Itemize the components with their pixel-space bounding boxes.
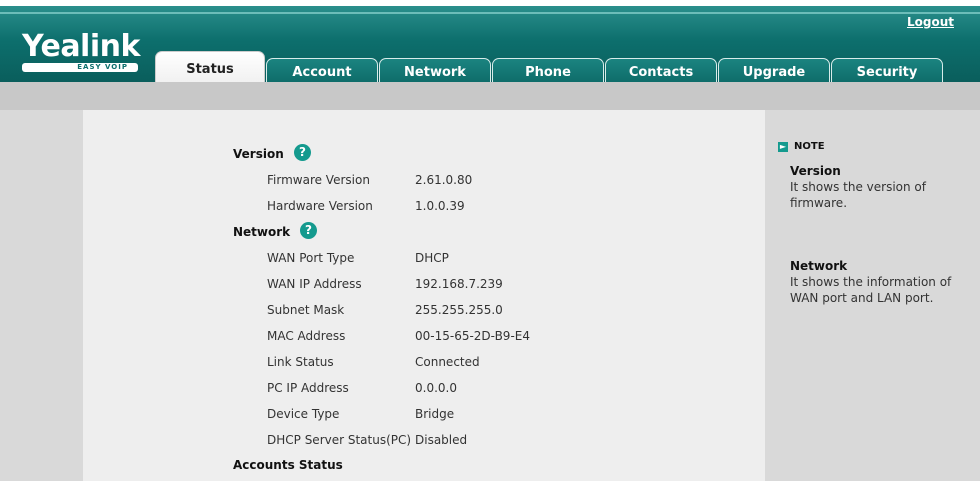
accounts-status-section-title: Accounts Status: [233, 458, 343, 472]
subnet-mask-value: 255.255.255.0: [415, 303, 503, 317]
version-help-icon[interactable]: ?: [294, 144, 311, 161]
logo-text: Yealink: [22, 29, 140, 64]
wan-ip-address-value: 192.168.7.239: [415, 277, 503, 291]
logout-link[interactable]: Logout: [907, 15, 954, 29]
wan-port-type-label: WAN Port Type: [267, 251, 355, 265]
network-section-title: Network: [233, 225, 291, 239]
firmware-version-label: Firmware Version: [267, 173, 370, 187]
note-network-text: It shows the information of WAN port and…: [790, 275, 952, 305]
link-status-label: Link Status: [267, 355, 334, 369]
mac-address-label: MAC Address: [267, 329, 346, 343]
note-version-text: It shows the version of firmware.: [790, 180, 926, 210]
subnet-mask-label: Subnet Mask: [267, 303, 345, 317]
link-status-value: Connected: [415, 355, 480, 369]
note-version-title: Version: [790, 164, 841, 178]
note-arrow-icon: ►: [778, 142, 788, 152]
status-content: Version ? Firmware Version 2.61.0.80 Har…: [83, 110, 765, 481]
left-margin: [0, 110, 83, 481]
yealink-logo: Yealink EASY VOIP: [22, 32, 144, 72]
network-help-icon[interactable]: ?: [300, 222, 317, 239]
wan-port-type-value: DHCP: [415, 251, 449, 265]
hardware-version-value: 1.0.0.39: [415, 199, 465, 213]
device-type-value: Bridge: [415, 407, 455, 421]
pc-ip-address-label: PC IP Address: [267, 381, 349, 395]
wan-ip-address-label: WAN IP Address: [267, 277, 362, 291]
dhcp-server-status-value: Disabled: [415, 433, 468, 447]
device-type-label: Device Type: [267, 407, 340, 421]
header-bar: Yealink EASY VOIP Logout Status Account …: [0, 0, 980, 88]
firmware-version-value: 2.61.0.80: [415, 173, 473, 187]
version-section-title: Version: [233, 147, 284, 161]
header-divider: [0, 12, 980, 14]
note-network-title: Network: [790, 259, 848, 273]
hardware-version-label: Hardware Version: [267, 199, 373, 213]
pc-ip-address-value: 0.0.0.0: [415, 381, 457, 395]
mac-address-value: 00-15-65-2D-B9-E4: [415, 329, 530, 343]
sub-header-band: [0, 82, 980, 110]
note-heading: NOTE: [794, 141, 825, 152]
dhcp-server-status-label: DHCP Server Status(PC): [267, 433, 412, 447]
logo-subtitle: EASY VOIP: [22, 63, 138, 72]
note-panel: ► NOTE Version It shows the version of f…: [765, 110, 980, 481]
